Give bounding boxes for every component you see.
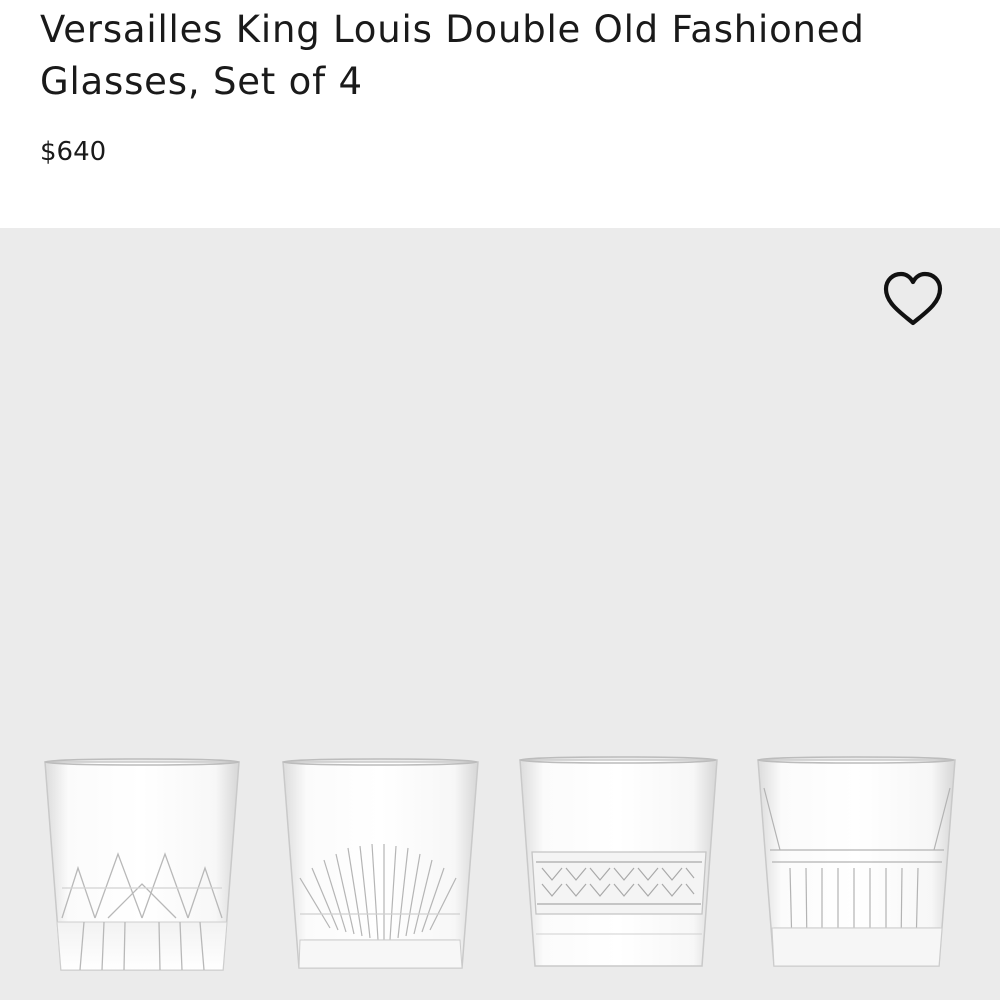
product-photo (44, 756, 956, 971)
glass-4 (757, 756, 956, 967)
glass-2 (282, 758, 479, 969)
product-title: Versailles King Louis Double Old Fashion… (40, 8, 865, 103)
product-page: Versailles King Louis Double Old Fashion… (0, 0, 1000, 1000)
glass-1 (44, 758, 240, 971)
glass-3 (519, 756, 718, 967)
product-header: Versailles King Louis Double Old Fashion… (40, 0, 960, 167)
product-image-gallery[interactable] (0, 228, 1000, 1000)
product-price: $640 (40, 137, 107, 167)
